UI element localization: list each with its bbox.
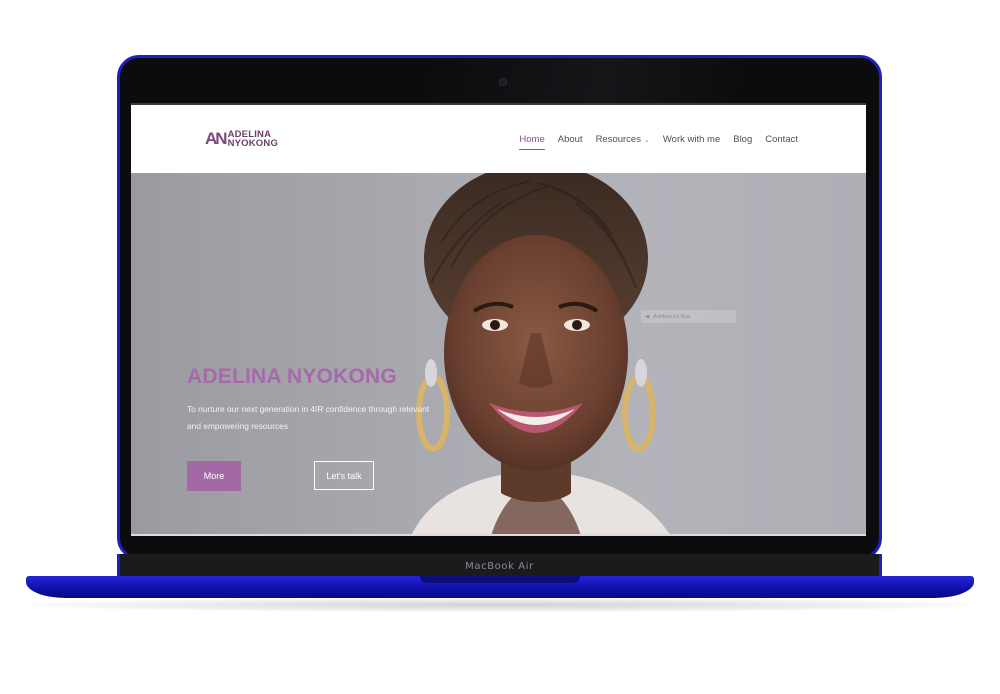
- logo-line-2: NYOKONG: [227, 138, 279, 149]
- nav-resources-label: Resources: [595, 134, 641, 145]
- nav-work-with-me[interactable]: Work with me: [663, 134, 720, 149]
- laptop-shadow: [30, 598, 970, 612]
- lets-talk-button[interactable]: Let's talk: [314, 461, 374, 490]
- main-nav: Home About Resources ⌄ Work with me Blog …: [519, 134, 798, 150]
- webcam-icon: [499, 78, 507, 86]
- screen-bottom-border: [131, 534, 866, 536]
- nav-contact[interactable]: Contact: [765, 134, 798, 149]
- device-label: MacBook Air: [465, 560, 534, 572]
- laptop-hinge-notch: [420, 576, 580, 583]
- ghost-field-text: Adelina ka Sua: [653, 313, 691, 320]
- hero-portrait-image: [411, 173, 671, 536]
- nav-blog[interactable]: Blog: [733, 134, 752, 149]
- logo-mark: AN: [205, 129, 228, 148]
- site-header: AN ADELINA NYOKONG Home About Resources ⌄…: [131, 105, 866, 173]
- chevron-down-icon: ⌄: [643, 137, 650, 144]
- nav-about[interactable]: About: [558, 134, 583, 149]
- nav-home[interactable]: Home: [519, 134, 546, 150]
- website-screen: AN ADELINA NYOKONG Home About Resources ⌄…: [131, 103, 866, 536]
- site-logo[interactable]: AN ADELINA NYOKONG: [205, 129, 278, 149]
- laptop-chin: MacBook Air: [117, 554, 882, 578]
- arrow-left-icon: ◀: [645, 313, 650, 320]
- hero-ghost-field: ◀ Adelina ka Sua: [641, 310, 736, 323]
- hero-title: ADELINA NYOKONG: [187, 365, 397, 389]
- nav-resources[interactable]: Resources ⌄: [596, 134, 650, 149]
- hero-section: ADELINA NYOKONG To nurture our next gene…: [131, 173, 866, 536]
- hero-subtitle: To nurture our next generation in 4IR co…: [187, 404, 430, 432]
- more-button[interactable]: More: [187, 461, 241, 491]
- logo-text: ADELINA NYOKONG: [227, 130, 279, 149]
